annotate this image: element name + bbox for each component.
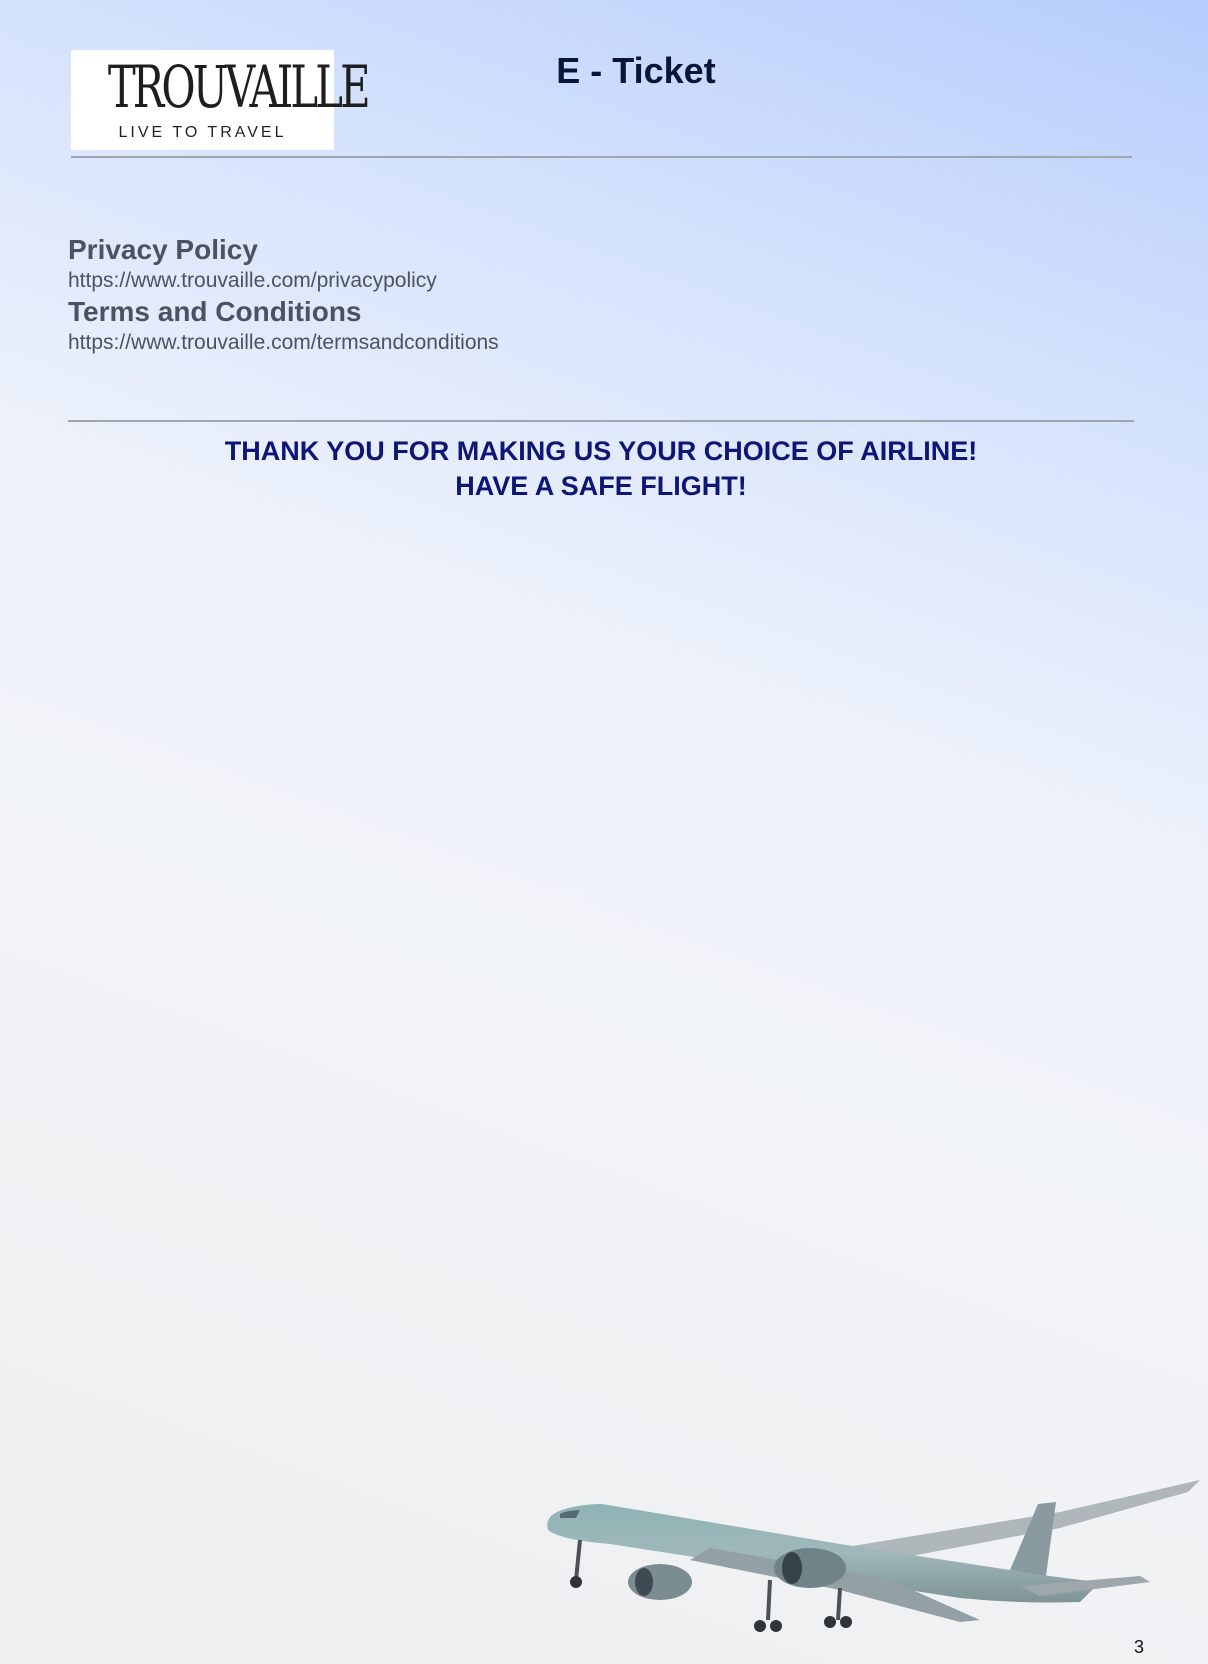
logo-wordmark: TROUVAILLE (107, 53, 371, 121)
page-title: E - Ticket (556, 50, 716, 91)
privacy-policy-link[interactable]: https://www.trouvaille.com/privacypolicy (68, 268, 499, 294)
policy-links: Privacy Policy https://www.trouvaille.co… (68, 232, 499, 356)
safe-flight-line: HAVE A SAFE FLIGHT! (455, 471, 747, 501)
thank-you-message: THANK YOU FOR MAKING US YOUR CHOICE OF A… (68, 434, 1134, 504)
brand-logo: TROUVAILLE LIVE TO TRAVEL (71, 50, 371, 150)
e-ticket-page: TROUVAILLE LIVE TO TRAVEL E - Ticket Pri… (0, 0, 1208, 1664)
privacy-policy-heading: Privacy Policy (68, 234, 258, 265)
airplane-icon (547, 1480, 1200, 1632)
header-divider (71, 156, 1132, 158)
logo-tagline: LIVE TO TRAVEL (118, 124, 287, 141)
section-divider (68, 420, 1134, 422)
terms-link[interactable]: https://www.trouvaille.com/termsandcondi… (68, 330, 499, 356)
thank-you-line: THANK YOU FOR MAKING US YOUR CHOICE OF A… (224, 436, 978, 466)
page-number: 3 (1133, 1637, 1144, 1657)
terms-heading: Terms and Conditions (68, 296, 362, 327)
